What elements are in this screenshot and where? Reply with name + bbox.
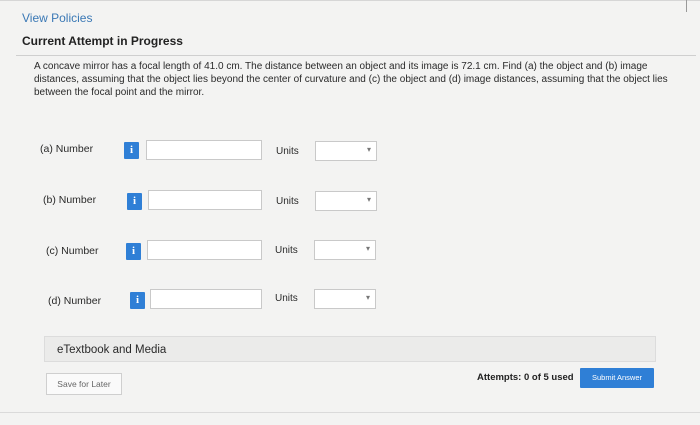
- units-label-b: Units: [276, 196, 299, 207]
- chevron-down-icon: ▾: [365, 293, 370, 302]
- info-icon[interactable]: i: [126, 243, 141, 260]
- chevron-down-icon: ▾: [366, 195, 371, 204]
- info-icon[interactable]: i: [130, 292, 145, 309]
- units-select-c[interactable]: ▾: [314, 240, 376, 260]
- bottom-border: [0, 412, 700, 413]
- units-label-d: Units: [275, 293, 298, 304]
- units-select-b[interactable]: ▾: [315, 191, 377, 211]
- attempts-counter: Attempts: 0 of 5 used: [477, 372, 574, 383]
- number-input-b[interactable]: [148, 190, 262, 210]
- units-label-c: Units: [275, 245, 298, 256]
- current-attempt-heading: Current Attempt in Progress: [22, 34, 183, 48]
- units-select-a[interactable]: ▾: [315, 141, 377, 161]
- number-input-a[interactable]: [146, 140, 262, 160]
- number-input-c[interactable]: [147, 240, 262, 260]
- answer-label-b: (b) Number: [43, 194, 97, 206]
- etextbook-media-panel[interactable]: eTextbook and Media: [44, 336, 656, 362]
- question-text: A concave mirror has a focal length of 4…: [34, 61, 668, 98]
- save-for-later-button[interactable]: Save for Later: [46, 373, 122, 395]
- info-icon[interactable]: i: [124, 142, 139, 159]
- number-input-d[interactable]: [150, 289, 262, 309]
- info-icon[interactable]: i: [127, 193, 142, 210]
- view-policies-link[interactable]: View Policies: [22, 11, 92, 25]
- header-divider: [16, 55, 696, 56]
- submit-answer-button[interactable]: Submit Answer: [580, 368, 654, 388]
- answer-label-d: (d) Number: [48, 295, 102, 307]
- answer-label-c: (c) Number: [46, 245, 99, 257]
- units-label-a: Units: [276, 146, 299, 157]
- answer-label-a: (a) Number: [40, 143, 94, 155]
- top-border: [0, 0, 700, 1]
- window-edge-mark: [686, 0, 687, 12]
- chevron-down-icon: ▾: [365, 244, 370, 253]
- chevron-down-icon: ▾: [366, 145, 371, 154]
- units-select-d[interactable]: ▾: [314, 289, 376, 309]
